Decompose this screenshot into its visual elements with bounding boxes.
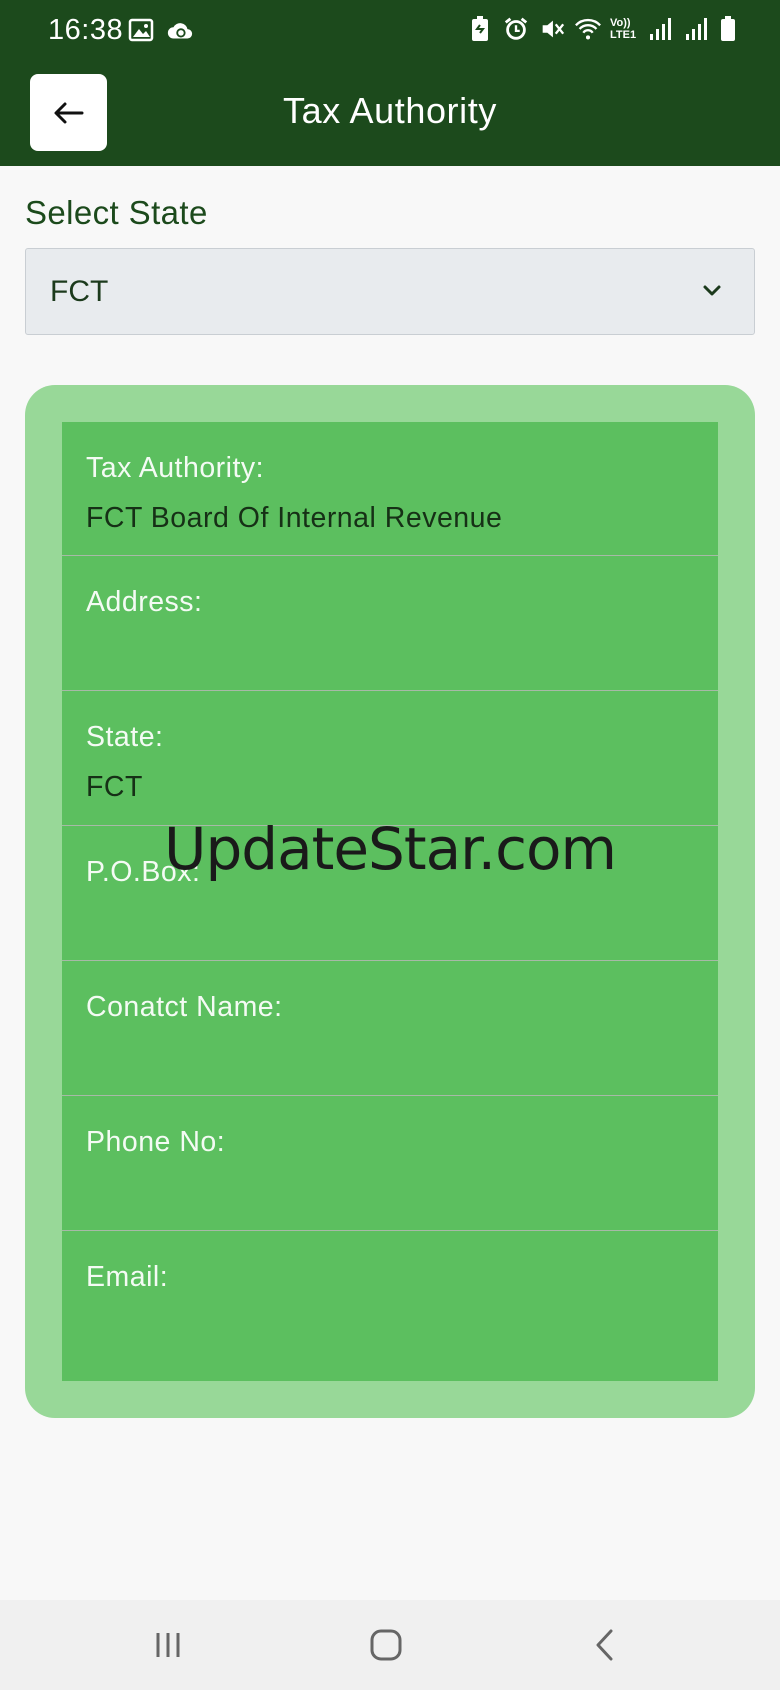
detail-value: FCT Board Of Internal Revenue xyxy=(86,502,503,534)
image-icon xyxy=(128,18,154,42)
detail-label: Email: xyxy=(86,1261,169,1293)
arrow-left-icon xyxy=(54,102,83,123)
signal-icon xyxy=(686,18,707,40)
detail-label: Conatct Name: xyxy=(86,991,283,1023)
app-bar: Tax Authority xyxy=(0,62,780,166)
detail-row-phone: Phone No: xyxy=(62,1096,718,1231)
status-right-icons: Vo)) LTE1 xyxy=(466,14,738,44)
detail-row-state: State: FCT xyxy=(62,691,718,826)
detail-value: FCT xyxy=(86,771,143,803)
nav-back-button[interactable] xyxy=(575,1622,635,1668)
app-screen: 16:38 Vo)) LTE1 Tax Authority Select Sta… xyxy=(0,0,780,1690)
detail-row-po-box: P.O.Box: xyxy=(62,826,718,961)
state-dropdown[interactable]: FCT xyxy=(25,248,755,335)
tax-authority-details: Tax Authority: FCT Board Of Internal Rev… xyxy=(62,422,718,1381)
detail-label: P.O.Box: xyxy=(86,856,201,888)
detail-row-address: Address: xyxy=(62,556,718,691)
status-left-icons xyxy=(128,16,194,46)
detail-label: Address: xyxy=(86,586,203,618)
detail-label: Phone No: xyxy=(86,1126,226,1158)
status-bar: 16:38 Vo)) LTE1 xyxy=(0,0,780,62)
status-time: 16:38 xyxy=(48,14,124,46)
volte-icon: Vo)) LTE1 xyxy=(610,17,637,41)
recent-apps-button[interactable] xyxy=(138,1622,198,1668)
chevron-down-icon xyxy=(703,285,721,296)
wifi-icon xyxy=(575,18,601,40)
select-state-label: Select State xyxy=(25,194,208,231)
page-title: Tax Authority xyxy=(283,90,497,131)
signal-icon xyxy=(650,18,671,40)
detail-row-contact-name: Conatct Name: xyxy=(62,961,718,1096)
back-icon xyxy=(596,1629,613,1661)
navigation-bar xyxy=(0,1600,780,1690)
state-dropdown-value: FCT xyxy=(50,275,109,308)
home-button[interactable] xyxy=(356,1622,416,1668)
mute-icon xyxy=(542,20,565,38)
header: 16:38 Vo)) LTE1 Tax Authority xyxy=(0,0,780,166)
detail-label: Tax Authority: xyxy=(86,452,265,484)
battery-saver-icon xyxy=(472,16,488,41)
detail-row-email: Email: xyxy=(62,1231,718,1381)
tax-authority-card: Tax Authority: FCT Board Of Internal Rev… xyxy=(25,385,755,1418)
battery-icon xyxy=(721,16,735,41)
cloud-sync-icon xyxy=(167,23,193,39)
recent-apps-icon xyxy=(156,1633,180,1657)
back-button[interactable] xyxy=(30,74,107,151)
detail-label: State: xyxy=(86,721,164,753)
alarm-icon xyxy=(504,17,528,40)
home-icon xyxy=(370,1629,402,1661)
detail-row-tax-authority: Tax Authority: FCT Board Of Internal Rev… xyxy=(62,422,718,556)
